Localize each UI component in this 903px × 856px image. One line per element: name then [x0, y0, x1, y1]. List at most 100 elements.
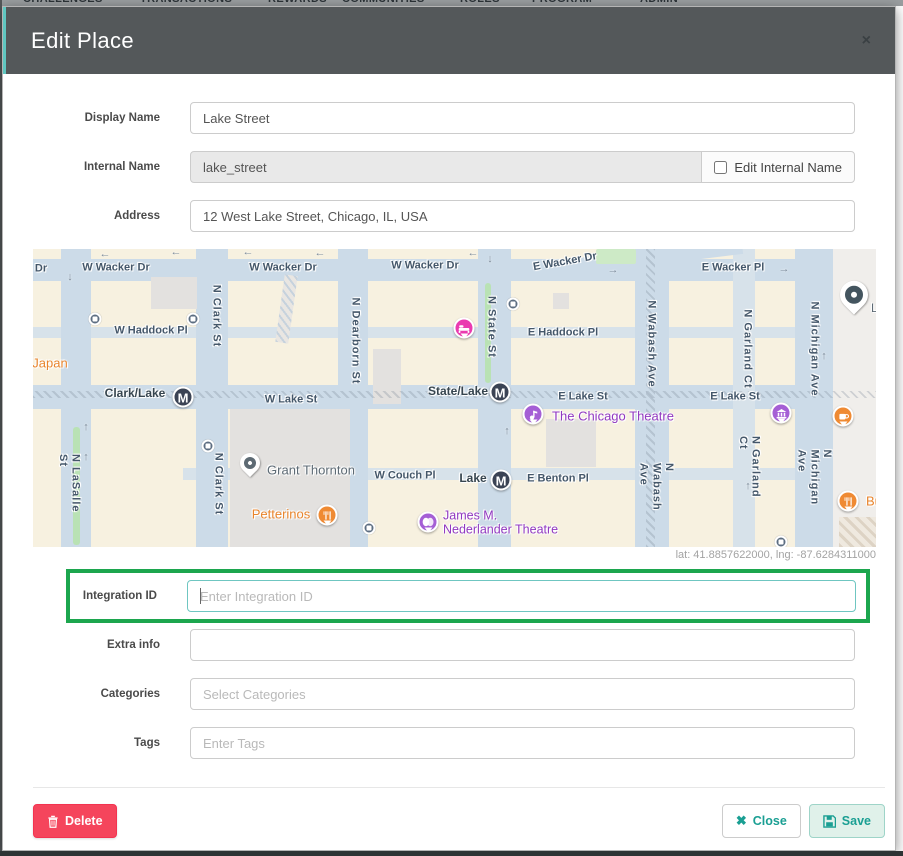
bus-stop-icon[interactable]	[187, 313, 200, 326]
restaurant-marker-icon[interactable]	[838, 491, 859, 512]
close-button-label: Close	[753, 814, 787, 828]
extra-info-row: Extra info	[30, 629, 855, 661]
map-street-label: W Couch Pl	[374, 470, 435, 483]
theater-marker-icon[interactable]	[418, 512, 439, 533]
display-name-input[interactable]	[190, 102, 855, 134]
delete-button[interactable]: Delete	[33, 804, 117, 838]
map-street-label: W Lake St	[265, 394, 318, 407]
map-street-label: N LaSalle St	[56, 454, 81, 516]
nav-item-challenges[interactable]: CHALLENGES	[23, 0, 103, 5]
map-coordinates: lat: 41.8857622000, lng: -87.6284311000	[33, 549, 876, 561]
map[interactable]: DrW Wacker DrW Wacker DrW Wacker DrE Wac…	[33, 249, 876, 547]
map-poi-label: James M. Nederlander Theatre	[443, 509, 558, 538]
traffic-direction-arrow-icon: →	[779, 263, 790, 275]
edit-internal-name-addon[interactable]: Edit Internal Name	[701, 151, 855, 183]
traffic-direction-arrow-icon: ↑	[83, 451, 89, 463]
bus-stop-icon[interactable]	[507, 298, 520, 311]
address-input[interactable]	[190, 200, 855, 232]
metro-station-icon[interactable]: M	[173, 387, 194, 408]
traffic-direction-arrow-icon: ↑	[83, 421, 89, 433]
map-park	[596, 249, 636, 264]
coffee-marker-icon[interactable]	[833, 406, 854, 427]
restaurant-marker-icon[interactable]	[317, 505, 338, 526]
nav-item-rewards[interactable]: REWARDS	[268, 0, 327, 5]
bus-stop-icon[interactable]	[202, 440, 215, 453]
modal-footer: Delete ✖ Close Save	[33, 787, 885, 838]
traffic-direction-arrow-icon: ←	[171, 249, 182, 258]
bus-stop-icon[interactable]	[775, 536, 788, 548]
map-street-label: N Clark St	[212, 453, 225, 516]
nav-item-admin[interactable]: ADMIN	[640, 0, 678, 5]
internal-name-input	[190, 151, 702, 183]
map-street-label: W Wacker Dr	[82, 262, 149, 275]
map-street-label: W Wacker Dr	[391, 260, 458, 273]
address-label: Address	[30, 200, 160, 222]
tags-label: Tags	[30, 727, 160, 749]
bus-stop-icon[interactable]	[89, 313, 102, 326]
integration-id-highlight: Integration ID	[66, 569, 870, 623]
map-street-label: W Haddock Pl	[114, 325, 187, 338]
edit-place-modal: Edit Place × Display Name Internal Name …	[2, 6, 896, 851]
map-street-label: Dr	[35, 263, 47, 276]
trash-icon	[47, 815, 59, 828]
map-street-label: Lake	[459, 472, 486, 486]
traffic-direction-arrow-icon: →	[608, 264, 619, 276]
music-marker-icon[interactable]	[523, 404, 544, 425]
extra-info-input[interactable]	[190, 629, 855, 661]
tags-row: Tags	[30, 727, 855, 759]
map-bld	[839, 517, 876, 547]
close-icon[interactable]: ×	[862, 33, 871, 49]
map-poi-label: L	[871, 302, 876, 316]
traffic-direction-arrow-icon: ↑	[821, 350, 827, 362]
map-bld	[151, 277, 197, 309]
close-button[interactable]: ✖ Close	[722, 804, 801, 838]
save-button[interactable]: Save	[809, 804, 885, 838]
metro-station-icon[interactable]: M	[490, 382, 511, 403]
map-street-label: Clark/Lake	[105, 387, 166, 401]
text-caret	[200, 588, 201, 604]
modal-body: Display Name Internal Name Edit Internal…	[3, 74, 895, 838]
categories-input[interactable]	[190, 678, 855, 710]
tags-input[interactable]	[190, 727, 855, 759]
traffic-direction-arrow-icon: ←	[315, 249, 326, 259]
display-name-row: Display Name	[30, 102, 855, 134]
map-street-label: E Lake St	[710, 391, 760, 404]
modal-title: Edit Place	[31, 28, 134, 54]
map-street-label: N State St	[485, 296, 498, 358]
nav-item-communities[interactable]: COMMUNITIES	[342, 0, 425, 5]
landmark-marker-icon[interactable]	[771, 403, 792, 424]
map-street-label: N Wabash Ave	[637, 463, 675, 519]
traffic-direction-arrow-icon: ←	[243, 249, 254, 258]
nav-item-transactions[interactable]: TRANSACTIONS	[140, 0, 232, 5]
map-street-label: W Wacker Dr	[249, 262, 316, 275]
map-street-label: State/Lake	[428, 385, 488, 399]
edit-internal-name-label: Edit Internal Name	[734, 160, 842, 175]
bus-stop-icon[interactable]	[363, 522, 376, 535]
traffic-direction-arrow-icon: ↓	[487, 253, 493, 265]
map-poi-label: Bu	[866, 495, 876, 510]
map-poi-label: Japan	[33, 357, 68, 372]
map-street-label: E Haddock Pl	[528, 327, 598, 340]
save-button-label: Save	[842, 814, 871, 828]
metro-station-icon[interactable]: M	[491, 470, 512, 491]
address-row: Address	[30, 200, 855, 232]
map-poi-label: Petterinos	[252, 508, 311, 523]
map-street-label: N Garland Ct	[741, 309, 754, 388]
map-street-label: N Michigan Ave	[808, 301, 821, 396]
close-x-icon: ✖	[736, 813, 747, 829]
traffic-direction-arrow-icon: ↑	[504, 425, 510, 437]
categories-row: Categories	[30, 678, 855, 710]
map-poi-label: The Chicago Theatre	[552, 410, 674, 425]
nav-item-roles[interactable]: ROLES	[460, 0, 500, 5]
map-bld	[553, 293, 569, 309]
map-street-label: E Benton Pl	[527, 473, 589, 486]
integration-id-label: Integration ID	[80, 580, 157, 602]
map-street-label: N Clark St	[210, 285, 223, 348]
edit-internal-name-checkbox[interactable]	[714, 161, 727, 174]
traffic-direction-arrow-icon: ←	[100, 249, 111, 260]
integration-id-input[interactable]	[187, 580, 856, 612]
traffic-direction-arrow-icon: ↑	[745, 480, 751, 492]
map-street-label: N Garland Ct	[736, 436, 761, 510]
nav-item-program[interactable]: PROGRAM	[532, 0, 592, 5]
hotel-marker-icon[interactable]	[454, 318, 475, 339]
